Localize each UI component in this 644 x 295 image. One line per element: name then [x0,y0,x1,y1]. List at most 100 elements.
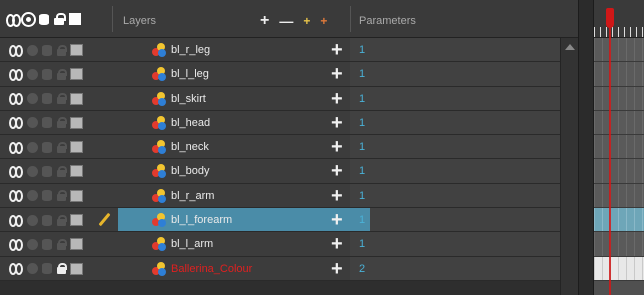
visibility-eye-icon[interactable] [9,165,23,178]
layer-name-cell[interactable]: bl_l_forearm [118,208,350,232]
database-icon[interactable] [42,117,52,129]
layer-name-cell[interactable]: bl_body [118,159,350,182]
database-icon[interactable] [42,238,52,250]
visibility-eye-icon[interactable] [9,214,23,227]
layer-row[interactable]: bl_r_arm + 1 [0,183,560,209]
color-swatch-icon[interactable] [70,238,83,251]
lock-icon[interactable] [56,68,67,80]
database-icon[interactable] [42,263,52,275]
visibility-eye-icon[interactable] [9,117,23,130]
lock-icon[interactable] [56,214,67,226]
expand-plus-icon[interactable]: + [331,89,343,109]
layer-row[interactable]: bl_body + 1 [0,159,560,184]
layer-name-cell[interactable]: bl_skirt [118,87,350,110]
layer-row[interactable]: Ballerina_Colour + 2 [0,256,560,281]
solo-dot-icon[interactable] [27,263,38,275]
show-all-eye-icon[interactable] [6,13,21,27]
add-layer-button[interactable]: + [260,12,269,30]
solo-dot-icon[interactable] [27,141,38,153]
solo-dot-icon[interactable] [27,93,38,105]
lock-icon[interactable] [56,263,67,275]
layer-row[interactable]: bl_head + 1 [0,110,560,136]
lock-all-icon[interactable] [54,12,66,25]
color-swatch-icon[interactable] [70,214,83,227]
expand-plus-icon[interactable]: + [331,186,343,206]
layer-name-cell[interactable]: bl_r_leg [118,38,350,61]
expand-plus-icon[interactable]: + [331,64,343,84]
solo-dot-icon[interactable] [27,238,38,250]
timeline-row[interactable] [594,86,644,111]
expand-plus-icon[interactable]: + [331,113,343,133]
database-icon[interactable] [42,68,52,80]
expand-plus-icon[interactable]: + [331,210,343,230]
solo-dot-icon[interactable] [27,68,38,80]
timeline-row[interactable] [594,110,644,136]
lock-icon[interactable] [56,165,67,177]
database-icon[interactable] [42,165,52,177]
layer-name-cell[interactable]: bl_r_arm [118,184,350,207]
color-swatch-icon[interactable] [70,189,83,202]
add-group-button[interactable]: + [320,14,327,28]
layer-row[interactable]: bl_skirt + 1 [0,86,560,111]
visibility-eye-icon[interactable] [9,238,23,251]
color-swatch-icon[interactable] [70,68,83,81]
add-peg-button[interactable]: + [303,14,310,28]
layer-row[interactable]: bl_l_leg + 1 [0,62,560,87]
layer-row[interactable]: bl_l_arm + 1 [0,232,560,257]
timeline-row[interactable] [594,135,644,160]
color-swatch-icon[interactable] [70,44,83,56]
visibility-eye-icon[interactable] [9,93,23,106]
expand-plus-icon[interactable]: + [331,137,343,157]
remove-layer-button[interactable]: — [279,13,293,29]
database-icon[interactable] [42,190,52,202]
database-icon[interactable] [42,141,52,153]
color-swatch-icon[interactable] [70,262,83,275]
color-swatch-icon[interactable] [70,92,83,105]
timeline-row[interactable] [594,38,644,63]
lock-icon[interactable] [56,141,67,153]
color-swatch-icon[interactable] [70,116,83,129]
layer-row[interactable]: bl_neck + 1 [0,135,560,160]
lock-icon[interactable] [56,117,67,129]
solo-dot-icon[interactable] [27,214,38,226]
layer-row[interactable]: bl_r_leg + 1 [0,38,560,63]
timeline-row[interactable] [594,232,644,257]
lock-icon[interactable] [56,93,67,105]
color-swatch-icon[interactable] [69,13,81,25]
visibility-eye-icon[interactable] [9,68,23,81]
visibility-eye-icon[interactable] [9,141,23,154]
scroll-up-arrow-icon[interactable] [565,44,575,50]
layer-name-cell[interactable]: bl_head [118,111,350,134]
layer-name-cell[interactable]: bl_neck [118,135,350,158]
timeline-row[interactable] [594,62,644,87]
timeline-row[interactable] [594,208,644,233]
playhead-marker[interactable] [606,8,614,28]
color-swatch-icon[interactable] [70,141,83,154]
solo-dot-icon[interactable] [27,117,38,129]
layer-name-cell[interactable]: bl_l_leg [118,62,350,85]
solo-dot-icon[interactable] [27,165,38,177]
timeline-row[interactable] [594,159,644,184]
expand-plus-icon[interactable]: + [331,259,343,279]
layer-row[interactable]: bl_l_forearm + 1 [0,208,560,233]
database-icon[interactable] [42,93,52,105]
color-swatch-icon[interactable] [70,165,83,178]
lock-icon[interactable] [56,190,67,202]
lock-icon[interactable] [56,238,67,250]
database-icon[interactable] [39,13,49,25]
solo-dot-icon[interactable] [27,190,38,202]
expand-plus-icon[interactable]: + [331,234,343,254]
vertical-scrollbar[interactable] [560,38,578,295]
layer-name-cell[interactable]: Ballerina_Colour [118,257,350,280]
visibility-eye-icon[interactable] [9,263,23,276]
timeline-row[interactable] [594,183,644,209]
database-icon[interactable] [42,214,52,226]
panel-divider[interactable] [578,0,594,295]
lock-icon[interactable] [56,44,67,56]
layer-name-cell[interactable]: bl_l_arm [118,232,350,255]
visibility-eye-icon[interactable] [9,44,23,57]
visibility-eye-icon[interactable] [9,190,23,203]
frame-ruler[interactable] [594,27,644,37]
expand-plus-icon[interactable]: + [331,161,343,181]
solo-dot-icon[interactable] [27,44,38,56]
